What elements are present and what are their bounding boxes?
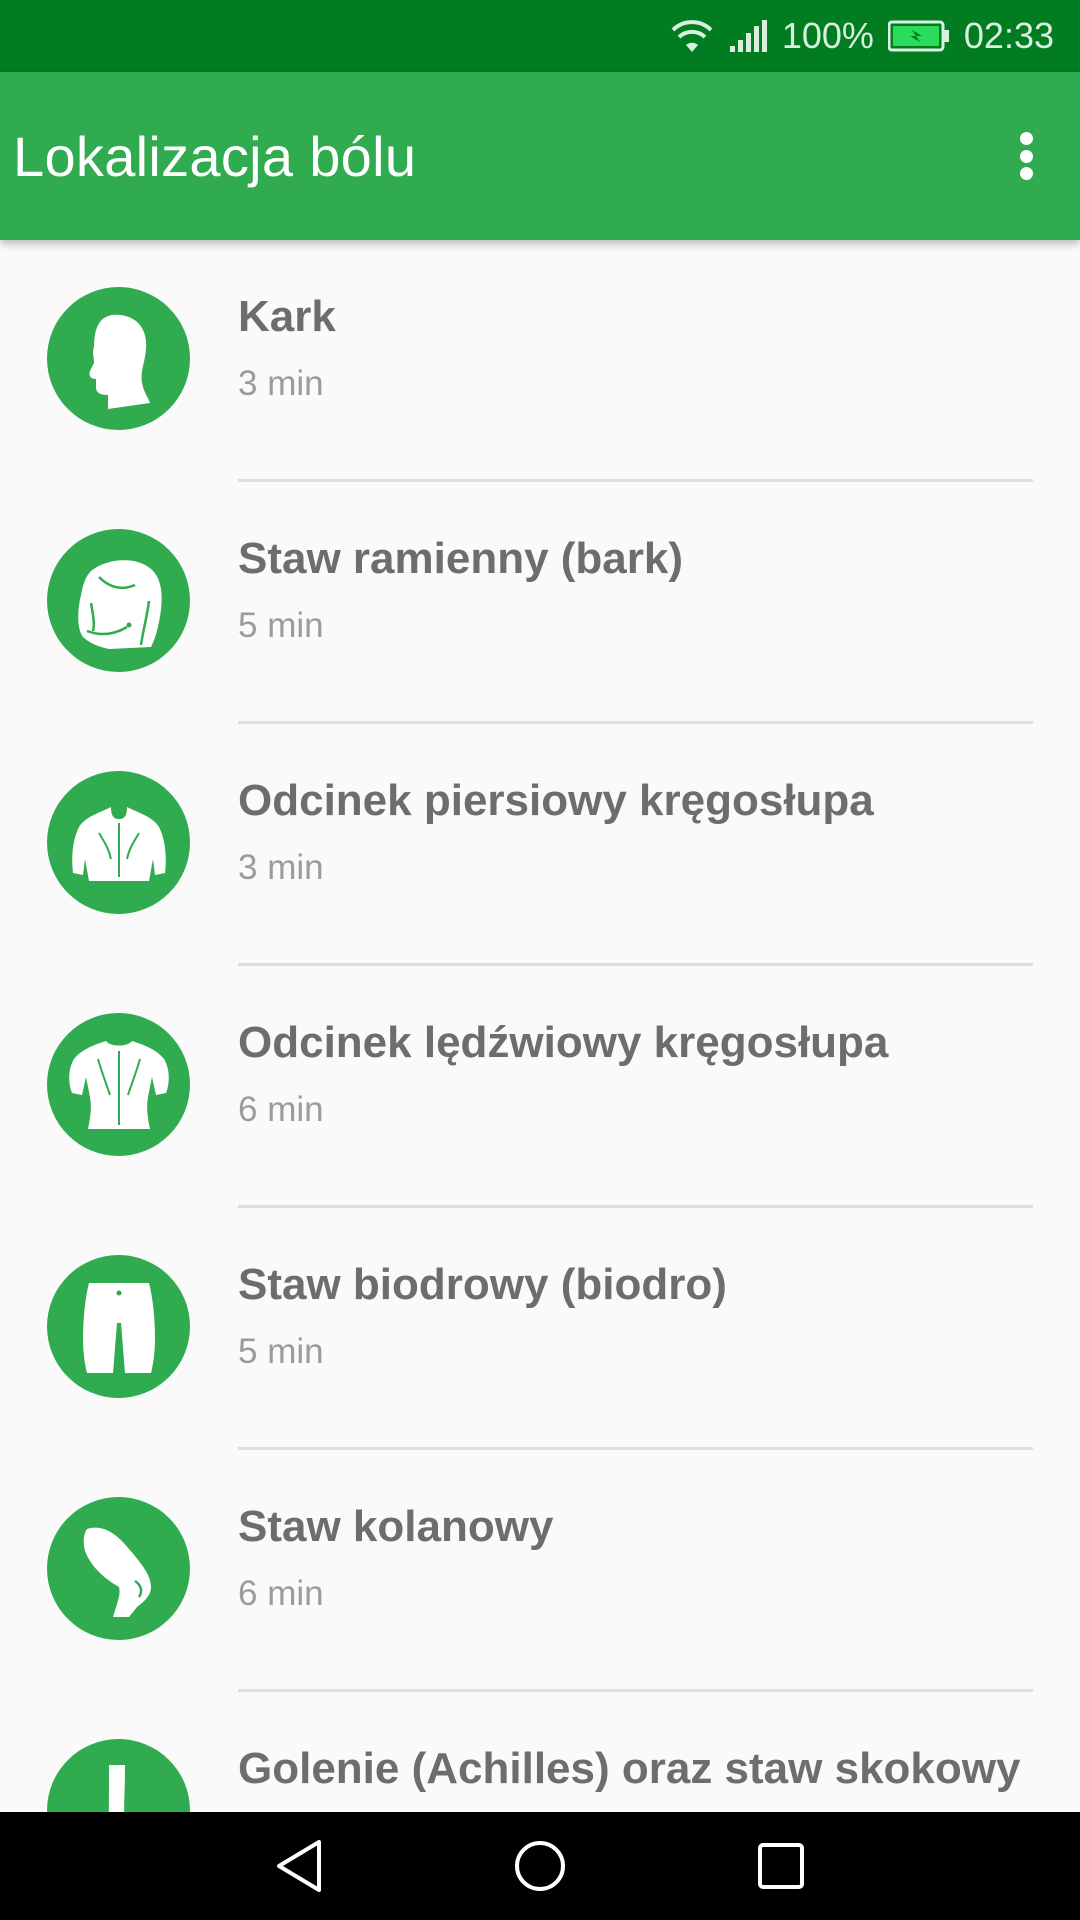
list-item-duration: 6 min (238, 1574, 324, 1613)
more-vert-icon[interactable] (1006, 126, 1046, 186)
battery-percent: 100% (781, 15, 874, 56)
recents-icon[interactable] (661, 1812, 902, 1920)
wifi-icon (670, 18, 714, 54)
list-item-kark[interactable]: Kark 3 min (0, 240, 1080, 482)
page-title: Lokalizacja bólu (13, 124, 417, 188)
list-item-duration: 5 min (238, 606, 324, 645)
list-item-label: Kark (238, 292, 336, 341)
list-item-label: Staw kolanowy (238, 1502, 554, 1551)
pain-location-list: Kark 3 min Staw ramienny (bark) 5 min Od… (0, 240, 1080, 1812)
list-item-odcinek-ledzwiowy[interactable]: Odcinek lędźwiowy kręgosłupa 6 min (0, 966, 1080, 1208)
navigation-bar (0, 1812, 1080, 1920)
list-item-duration: 6 min (238, 1090, 324, 1129)
head-neck-icon (47, 287, 190, 430)
list-item-staw-ramienny[interactable]: Staw ramienny (bark) 5 min (0, 482, 1080, 724)
list-item-golenie[interactable]: Golenie (Achilles) oraz staw skokowy (0, 1692, 1080, 1812)
list-item-label: Staw biodrowy (biodro) (238, 1260, 727, 1309)
list-item-label: Odcinek piersiowy kręgosłupa (238, 776, 874, 825)
lower-back-icon (47, 1013, 190, 1156)
home-icon[interactable] (420, 1812, 661, 1920)
shoulder-icon (47, 529, 190, 672)
cellular-signal-icon (728, 18, 768, 54)
clock: 02:33 (963, 15, 1054, 56)
list-item-odcinek-piersiowy[interactable]: Odcinek piersiowy kręgosłupa 3 min (0, 724, 1080, 966)
list-item-duration: 3 min (238, 848, 324, 887)
list-item-staw-kolanowy[interactable]: Staw kolanowy 6 min (0, 1450, 1080, 1692)
knee-icon (47, 1497, 190, 1640)
list-item-label: Odcinek lędźwiowy kręgosłupa (238, 1018, 889, 1067)
list-item-duration: 5 min (238, 1332, 324, 1371)
hip-icon (47, 1255, 190, 1398)
list-item-duration: 3 min (238, 364, 324, 403)
status-bar: 100% 02:33 (0, 0, 1080, 72)
list-item-label: Golenie (Achilles) oraz staw skokowy (238, 1744, 1021, 1793)
app-bar: Lokalizacja bólu (0, 72, 1080, 240)
list-item-staw-biodrowy[interactable]: Staw biodrowy (biodro) 5 min (0, 1208, 1080, 1450)
battery-charging-icon (887, 20, 950, 52)
upper-back-icon (47, 771, 190, 914)
lower-leg-icon (47, 1739, 190, 1812)
back-icon[interactable] (179, 1812, 420, 1920)
list-item-label: Staw ramienny (bark) (238, 534, 684, 583)
